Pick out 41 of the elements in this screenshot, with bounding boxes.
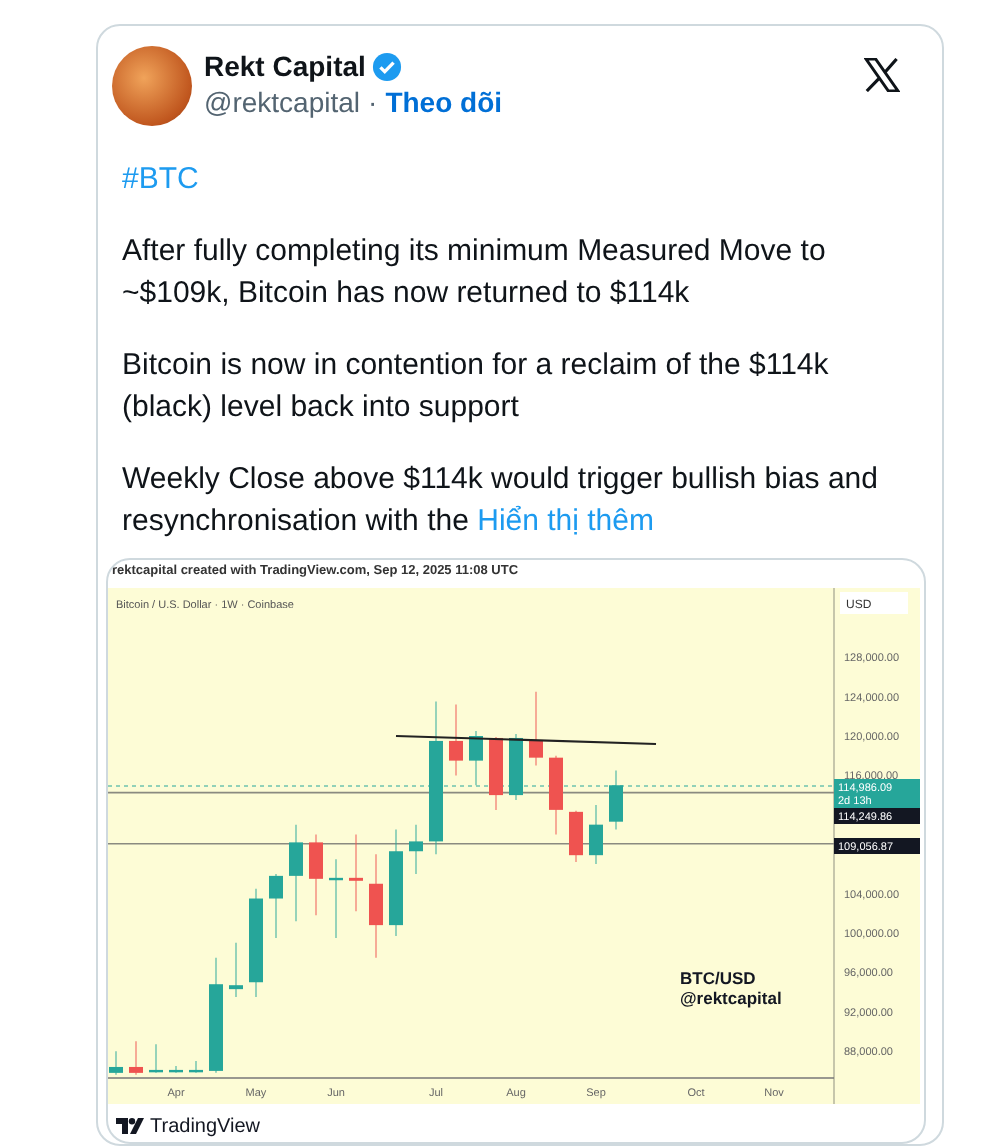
candle [269,873,283,939]
hashtag-link[interactable]: #BTC [122,158,199,200]
logo-icon[interactable] [864,58,900,92]
candle [169,1065,183,1074]
candle [109,1050,123,1076]
candle [569,810,583,863]
show-more-link[interactable]: Hiển thị thêm [477,504,654,538]
candle [529,690,543,767]
avatar[interactable] [112,46,192,126]
post-text: Weekly Close above $114k would trigger bullish bias and resynchronisation with the Hiển thị thêm [122,460,880,542]
follow-link[interactable]: Theo dõi [385,86,503,118]
post-text: Bitcoin is now in contention for a reclaim of the $114k (black) level back into support [122,346,831,428]
candle [549,754,563,836]
candle [249,887,263,998]
candle [149,1043,163,1074]
candle [229,942,243,998]
candle [469,730,483,787]
candle [309,833,323,917]
brand-name: TradingView [150,1115,261,1137]
candle [329,858,343,939]
candle [369,853,383,959]
candle [349,833,363,913]
candle [389,828,403,937]
candle [129,1040,143,1076]
post-text: After fully completing its minimum Measured Move to ~$109k, Bitcoin has now returned to $114k [122,232,828,314]
candle [289,823,303,922]
candle [489,736,503,811]
logo-icon [116,1118,144,1134]
candle [189,1060,203,1074]
candle [209,956,223,1074]
separator: · [368,86,378,118]
candle [609,769,623,831]
candle [509,733,523,801]
candle [409,823,423,875]
verified-badge-icon [371,51,402,81]
candle [449,703,463,777]
chart-label: BTC/USD [680,968,756,988]
candle [589,804,603,865]
author-name[interactable]: Rekt Capital [204,50,366,82]
chart-label: @rektcapital [680,988,782,1008]
author-handle[interactable]: @rektcapital [204,86,361,118]
